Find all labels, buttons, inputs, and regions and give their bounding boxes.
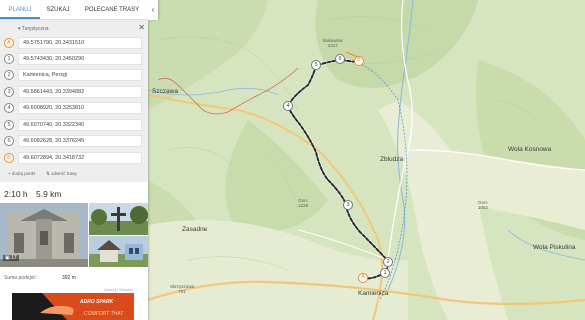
- summary-separator: ·: [29, 190, 32, 197]
- peak-label: Bukowina 1017: [323, 38, 343, 49]
- waypoint-row: 4 49.6008920, 20.3253810: [4, 102, 142, 114]
- collapse-panel-button[interactable]: ‹: [148, 0, 158, 20]
- elevation-gain-label: Suma podejść:: [4, 275, 38, 281]
- photo-chapel[interactable]: [89, 236, 148, 267]
- waypoint-row: A 49.5751790, 20.3431510: [4, 37, 142, 49]
- route-marker-3[interactable]: 3: [343, 200, 353, 210]
- route-marker-1[interactable]: 1: [380, 268, 390, 278]
- waypoint-input[interactable]: 49.5751790, 20.3431510: [18, 37, 142, 49]
- waypoint-marker-a: A: [4, 38, 14, 48]
- peak-label: Gorc 1228: [298, 198, 309, 209]
- town-label-wola-piskulina: Wola Piskulina: [533, 244, 576, 251]
- waypoint-input[interactable]: Kamienica, Perzgi: [18, 69, 142, 81]
- waypoint-row: B 49.6072894, 20.3418732: [4, 152, 142, 164]
- map-canvas[interactable]: [148, 0, 585, 320]
- ad-close-link[interactable]: Zamknij | Reklama: [104, 288, 133, 292]
- waypoint-row: 6 49.6082628, 20.3376245: [4, 135, 142, 147]
- route-marker-6[interactable]: 6: [335, 54, 345, 64]
- town-label-kamienica: Kamienica: [358, 290, 389, 297]
- close-icon[interactable]: ✕: [138, 23, 145, 32]
- peak-label: Skrzyszowa 701: [170, 284, 195, 295]
- waypoint-input[interactable]: 49.5743430, 20.3450290: [18, 53, 142, 65]
- photo-count-badge: ▣ 17: [3, 255, 19, 261]
- waypoint-row: 3 49.5861443, 20.3394882: [4, 86, 142, 98]
- reverse-route-button[interactable]: ⇅ odwróć trasę: [46, 171, 77, 177]
- town-label-szczawa: Szczawa: [152, 88, 179, 95]
- route-marker-2[interactable]: 2: [383, 257, 393, 267]
- waypoint-marker-1: 1: [4, 54, 14, 64]
- tab-bar: PLANUJ SZUKAJ POLECANE TRASY: [0, 0, 148, 20]
- waypoint-marker-b: B: [4, 153, 14, 163]
- photo-gallery[interactable]: ▣ 17: [0, 203, 148, 267]
- town-label-wola-kosnowa: Wola Kosnowa: [508, 146, 552, 153]
- add-point-button[interactable]: + dodaj punkt: [8, 171, 35, 176]
- waypoint-marker-4: 4: [4, 103, 14, 113]
- waypoint-input[interactable]: 49.6072894, 20.3418732: [18, 152, 142, 164]
- peak-label: Gorc 1062: [478, 200, 489, 211]
- ad-banner[interactable]: ADRO SPARK COMFORT THAT: [12, 293, 134, 320]
- waypoint-row: 2 Kamienica, Perzgi: [4, 69, 142, 81]
- photo-cross[interactable]: [89, 203, 148, 235]
- ad-tagline: COMFORT THAT: [84, 311, 124, 317]
- tab-recommended-routes[interactable]: POLECANE TRASY: [76, 0, 148, 19]
- waypoint-marker-2: 2: [4, 70, 14, 80]
- elevation-gain-value: 392 m: [62, 275, 76, 281]
- waypoint-marker-6: 6: [4, 136, 14, 146]
- town-label-zbludza: Zbludza: [380, 156, 404, 163]
- waypoint-row: 5 49.6070740, 20.3322340: [4, 119, 142, 131]
- route-distance: 5.9 km: [36, 189, 62, 199]
- route-type-toggle[interactable]: ▾ Turystyczna: [18, 26, 49, 32]
- waypoint-input[interactable]: 49.5861443, 20.3394882: [18, 86, 142, 98]
- planner-panel: PLANUJ SZUKAJ POLECANE TRASY ▾ Turystycz…: [0, 0, 148, 320]
- route-summary: 2:10 h · 5.9 km: [0, 186, 148, 203]
- ad-headline: ADRO SPARK: [80, 299, 114, 305]
- route-marker-4[interactable]: 4: [283, 101, 293, 111]
- route-duration: 2:10 h: [4, 189, 28, 199]
- route-planner: ▾ Turystyczna ✕ A 49.5751790, 20.3431510…: [0, 20, 148, 182]
- waypoint-input[interactable]: 49.6082628, 20.3376245: [18, 135, 142, 147]
- waypoint-marker-3: 3: [4, 87, 14, 97]
- waypoint-input[interactable]: 49.6070740, 20.3322340: [18, 119, 142, 131]
- tab-search[interactable]: SZUKAJ: [40, 0, 76, 19]
- map-view[interactable]: Szczawa Zbludza Wola Kosnowa Wola Piskul…: [148, 0, 585, 320]
- waypoint-marker-5: 5: [4, 120, 14, 130]
- waypoint-input[interactable]: 49.6008920, 20.3253810: [18, 102, 142, 114]
- waypoint-row: 1 49.5743430, 20.3450290: [4, 53, 142, 65]
- route-marker-b[interactable]: B: [354, 56, 364, 66]
- route-marker-5[interactable]: 5: [311, 60, 321, 70]
- town-label-zasadne: Zasadne: [182, 226, 208, 233]
- route-marker-a[interactable]: A: [358, 273, 368, 283]
- tab-plan[interactable]: PLANUJ: [0, 0, 40, 19]
